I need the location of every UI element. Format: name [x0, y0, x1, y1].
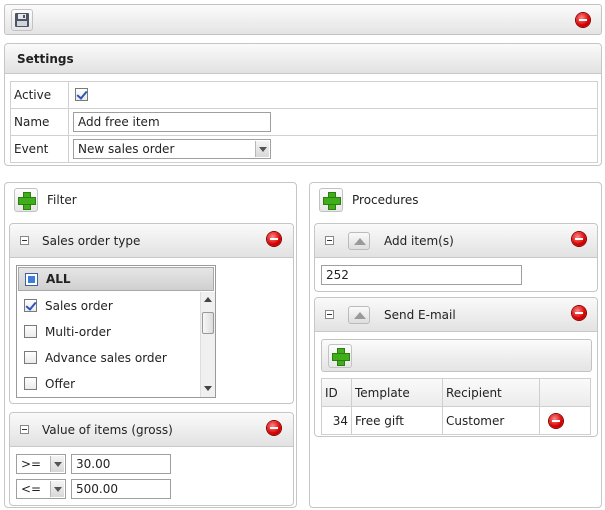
cell-id: 34: [321, 406, 352, 435]
collapse-icon[interactable]: [325, 236, 334, 245]
column-header: Template: [351, 378, 443, 407]
plus-icon: [323, 192, 341, 210]
value-of-items-title: Value of items (gross): [42, 423, 173, 437]
list-item-label: Advance sales order: [45, 351, 167, 365]
value-of-items-header: Value of items (gross): [10, 413, 293, 447]
event-label: Event: [10, 135, 69, 163]
settings-panel: Settings Active Name Add free item Event…: [4, 43, 602, 166]
add-items-panel: Add item(s) 252: [314, 223, 598, 292]
value-max-field[interactable]: 500.00: [71, 479, 171, 499]
list-item-label: Offer: [45, 377, 76, 391]
sales-order-type-title: Sales order type: [42, 234, 141, 248]
list-item-offer[interactable]: Offer: [18, 371, 200, 397]
operator-select[interactable]: >=: [16, 454, 66, 474]
chevron-down-icon[interactable]: [255, 141, 269, 157]
scroll-thumb[interactable]: [202, 312, 214, 334]
send-email-panel: Send E-mail ID Template Recipient 34 Fre…: [314, 297, 598, 437]
sales-order-type-list[interactable]: ALL Sales order Multi-order Advance sale…: [16, 265, 216, 398]
operator-select[interactable]: <=: [16, 479, 66, 499]
collapse-icon[interactable]: [20, 425, 29, 434]
add-procedure-button[interactable]: [319, 188, 343, 212]
top-toolbar: [4, 4, 602, 35]
filter-header: Filter: [5, 183, 296, 217]
add-items-title: Add item(s): [384, 234, 454, 248]
send-email-toolbar: [321, 339, 592, 372]
name-field[interactable]: Add free item: [73, 112, 271, 132]
filter-title: Filter: [47, 193, 77, 207]
partial-check-icon[interactable]: [25, 273, 38, 286]
value-of-items-panel: Value of items (gross) >= 30.00 <= 500.0…: [9, 412, 294, 506]
add-recipient-button[interactable]: [328, 344, 352, 368]
name-label: Name: [10, 108, 69, 136]
delete-icon[interactable]: [267, 421, 281, 435]
delete-icon[interactable]: [267, 232, 281, 246]
checkbox[interactable]: [24, 299, 37, 312]
sales-order-type-header: Sales order type: [10, 224, 293, 258]
list-item-multi-order[interactable]: Multi-order: [18, 319, 200, 345]
scroll-up-icon[interactable]: [204, 297, 212, 302]
procedures-title: Procedures: [352, 193, 419, 207]
cell-recipient: Customer: [442, 406, 540, 435]
save-button[interactable]: [11, 9, 33, 31]
chevron-down-icon[interactable]: [50, 456, 64, 472]
floppy-disk-icon: [15, 13, 29, 27]
checkbox[interactable]: [24, 351, 37, 364]
event-cell: New sales order: [68, 135, 598, 163]
operator-value: <=: [21, 482, 42, 496]
collapse-icon[interactable]: [325, 310, 334, 319]
list-item-sales-order[interactable]: Sales order: [18, 293, 200, 319]
delete-icon[interactable]: [549, 414, 563, 428]
delete-icon[interactable]: [572, 232, 586, 246]
procedures-header: Procedures: [310, 183, 601, 217]
scroll-down-icon[interactable]: [204, 386, 212, 391]
chevron-down-icon[interactable]: [50, 481, 64, 497]
column-header: Recipient: [442, 378, 540, 407]
checkbox[interactable]: [24, 325, 37, 338]
delete-icon[interactable]: [572, 306, 586, 320]
collapse-icon[interactable]: [20, 236, 29, 245]
plus-icon: [332, 348, 350, 366]
table-row[interactable]: 34 Free gift Customer: [321, 406, 591, 435]
active-label: Active: [10, 81, 69, 109]
add-items-header: Add item(s): [315, 224, 597, 258]
value-min-field[interactable]: 30.00: [71, 454, 171, 474]
cell-template: Free gift: [351, 406, 443, 435]
active-cell: [68, 81, 598, 109]
email-table: ID Template Recipient 34 Free gift Custo…: [321, 378, 591, 435]
close-delete-icon[interactable]: [576, 13, 590, 27]
settings-table: Active Name Add free item Event New sale…: [10, 81, 598, 163]
add-filter-button[interactable]: [14, 188, 38, 212]
column-header-empty: [539, 378, 591, 407]
plus-icon: [18, 192, 36, 210]
item-id-field[interactable]: 252: [321, 265, 522, 285]
checkbox[interactable]: [24, 377, 37, 390]
active-checkbox[interactable]: [75, 88, 88, 101]
event-select-value: New sales order: [78, 142, 175, 156]
cell-action: [539, 406, 591, 435]
move-up-icon[interactable]: [348, 306, 370, 324]
event-select[interactable]: New sales order: [73, 139, 271, 159]
procedures-panel: Procedures Add item(s) 252 Send E-mail I…: [309, 182, 602, 508]
filter-panel: Filter Sales order type ALL Sales order …: [4, 182, 297, 508]
name-cell: Add free item: [68, 108, 598, 136]
list-item-label: Sales order: [45, 299, 113, 313]
send-email-header: Send E-mail: [315, 298, 597, 332]
list-scrollbar[interactable]: [200, 292, 215, 397]
list-item-label: Multi-order: [45, 325, 111, 339]
settings-title: Settings: [17, 52, 74, 66]
move-up-icon[interactable]: [348, 232, 370, 250]
list-item-label: ALL: [46, 272, 71, 286]
sales-order-type-panel: Sales order type ALL Sales order Multi-o…: [9, 223, 294, 404]
list-item-advance-sales-order[interactable]: Advance sales order: [18, 345, 200, 371]
operator-value: >=: [21, 457, 42, 471]
column-header: ID: [321, 378, 352, 407]
list-item-all[interactable]: ALL: [18, 267, 214, 291]
send-email-title: Send E-mail: [384, 308, 456, 322]
settings-header: Settings: [5, 44, 601, 74]
